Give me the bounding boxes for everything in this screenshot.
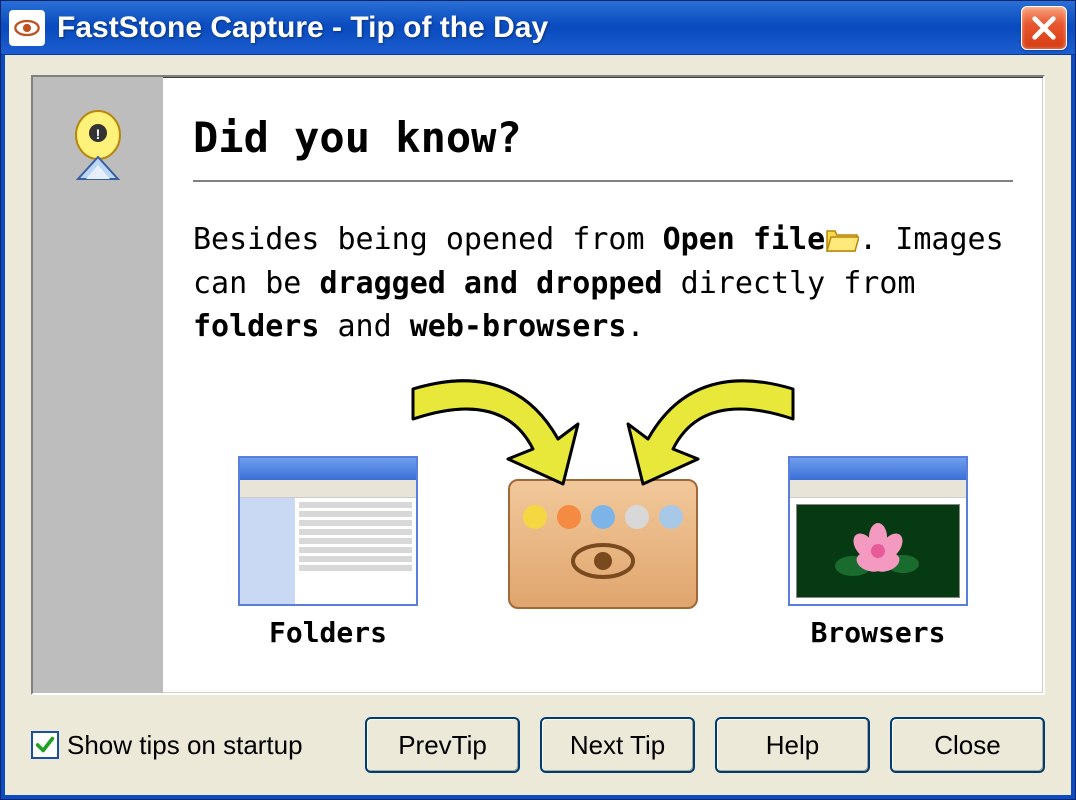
- dialog-window: FastStone Capture - Tip of the Day !: [0, 0, 1076, 800]
- flower-image-icon: [796, 504, 960, 598]
- folders-label: Folders: [269, 616, 387, 649]
- window-close-button[interactable]: [1021, 6, 1067, 50]
- next-tip-button[interactable]: Next Tip: [540, 717, 695, 773]
- close-icon: [1030, 14, 1058, 42]
- svg-text:!: !: [96, 126, 101, 142]
- dialog-footer: Show tips on startup PrevTip Next Tip He…: [31, 717, 1045, 773]
- titlebar: FastStone Capture - Tip of the Day: [1, 1, 1075, 55]
- illustration-folders: Folders: [238, 456, 418, 649]
- folders-window-icon: [238, 456, 418, 606]
- arrow-right-icon: [613, 369, 813, 509]
- browsers-label: Browsers: [811, 616, 946, 649]
- client-area: ! Did you know? Besides being opened fro…: [1, 55, 1075, 799]
- tip-illustration: Folders: [193, 369, 1013, 649]
- show-tips-checkbox[interactable]: [31, 731, 59, 759]
- checkmark-icon: [34, 734, 56, 756]
- browser-window-icon: [788, 456, 968, 606]
- prev-tip-button[interactable]: PrevTip: [365, 717, 520, 773]
- illustration-browsers: Browsers: [788, 456, 968, 649]
- show-tips-label: Show tips on startup: [67, 730, 303, 761]
- open-file-icon: [825, 222, 859, 250]
- lightbulb-icon: !: [63, 107, 133, 197]
- eye-icon: [568, 539, 638, 583]
- tip-heading: Did you know?: [193, 113, 1013, 162]
- tip-main-pane: Did you know? Besides being opened from …: [163, 77, 1043, 693]
- tip-sidebar: !: [33, 77, 163, 693]
- help-button[interactable]: Help: [715, 717, 870, 773]
- tip-content-box: ! Did you know? Besides being opened fro…: [31, 75, 1045, 695]
- app-icon: [9, 10, 45, 46]
- window-title: FastStone Capture - Tip of the Day: [57, 11, 1021, 45]
- show-tips-checkbox-wrap[interactable]: Show tips on startup: [31, 730, 345, 761]
- divider: [193, 180, 1013, 182]
- close-button[interactable]: Close: [890, 717, 1045, 773]
- arrow-left-icon: [393, 369, 593, 509]
- tip-body-text: Besides being opened from Open file. Ima…: [193, 218, 1013, 349]
